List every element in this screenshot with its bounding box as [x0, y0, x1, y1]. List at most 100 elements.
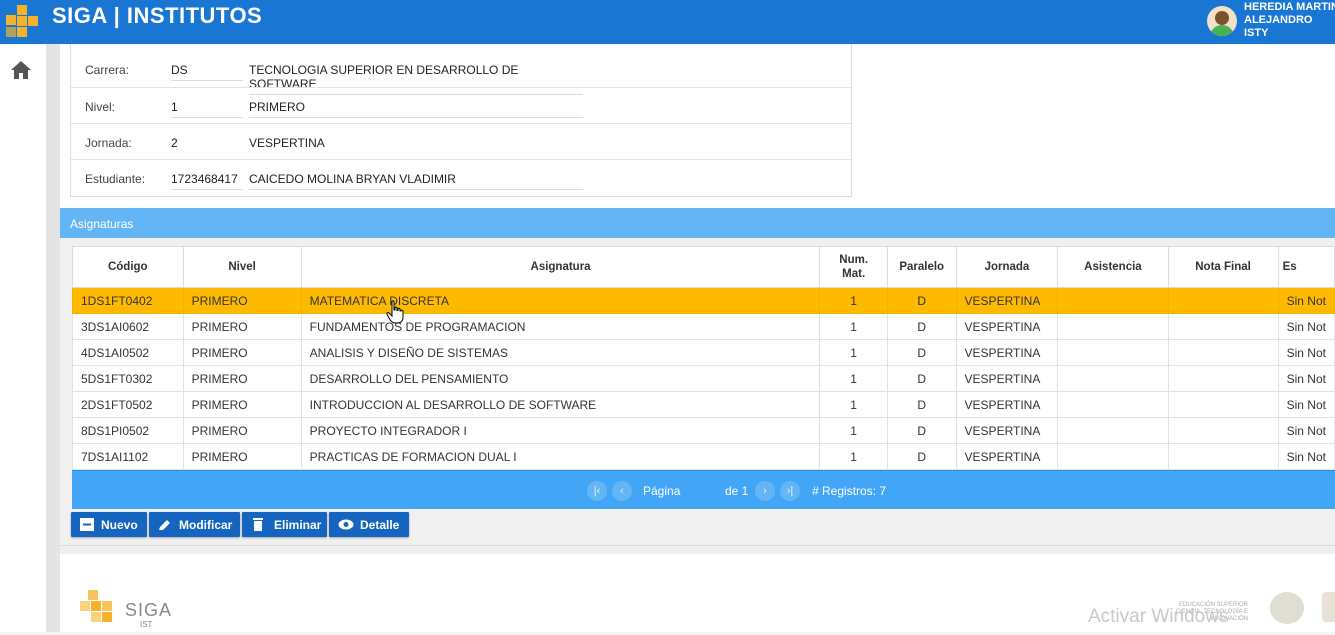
- table-row[interactable]: 2DS1FT0502 PRIMERO INTRODUCCION AL DESARRO…: [72, 391, 1335, 418]
- carrera-label: Carrera:: [85, 63, 130, 77]
- table-row[interactable]: 3DS1AI0602 PRIMERO FUNDAMENTOS DE PROGRAMA…: [72, 313, 1335, 340]
- jornada-code: 2: [171, 136, 178, 150]
- pencil-icon: [159, 520, 170, 530]
- footer-siga-logo: SIGA IST: [80, 590, 171, 630]
- estudiante-desc: CAICEDO MOLINA BRYAN VLADIMIR: [249, 172, 583, 190]
- col-header-nota-final[interactable]: Nota Final: [1167, 246, 1279, 288]
- modificar-label: Modificar: [179, 518, 233, 532]
- col-header-asignatura[interactable]: Asignatura: [300, 246, 821, 288]
- nivel-code: 1: [171, 100, 243, 118]
- col-header-asistencia[interactable]: Asistencia: [1057, 246, 1169, 288]
- table-row[interactable]: 5DS1FT0302 PRIMERO DESARROLLO DEL PENSAMIE…: [72, 365, 1335, 392]
- cell-nivel: PRIMERO: [182, 365, 302, 392]
- page-number-input[interactable]: [692, 482, 722, 500]
- shield-emblem-icon: [1322, 592, 1335, 622]
- table-row[interactable]: 8DS1PI0502 PRIMERO PROYECTO INTEGRADOR I1D…: [72, 417, 1335, 444]
- prev-page-button[interactable]: ‹: [612, 481, 632, 501]
- cell-estado: Sin Not: [1277, 287, 1335, 314]
- cell-paralelo: D: [886, 443, 957, 470]
- cell-asignatura: ANALISIS Y DISEÑO DE SISTEMAS: [300, 339, 821, 366]
- col-header-num-mat[interactable]: Num. Mat.: [819, 246, 888, 288]
- registros-count: # Registros: 7: [812, 484, 887, 498]
- cell-codigo: 4DS1AI0502: [72, 339, 184, 366]
- cell-asignatura: INTRODUCCION AL DESARROLLO DE SOFTWARE: [300, 391, 821, 418]
- jornada-label: Jornada:: [85, 136, 132, 150]
- cell-asignatura: PROYECTO INTEGRADOR I: [300, 417, 821, 444]
- col-header-nivel[interactable]: Nivel: [182, 246, 302, 288]
- info-row-estudiante: Estudiante: 1723468417 CAICEDO MOLINA BR…: [71, 159, 851, 196]
- jornada-desc: VESPERTINA: [249, 136, 325, 150]
- last-page-button[interactable]: ›|: [780, 481, 800, 501]
- detalle-button[interactable]: Detalle: [329, 512, 409, 537]
- cell-jornada: VESPERTINA: [955, 287, 1059, 314]
- asignaturas-table: Código Nivel Asignatura Num. Mat. Paralel…: [72, 246, 1335, 470]
- footer-logo-sub: IST: [140, 620, 153, 629]
- nuevo-label: Nuevo: [101, 518, 138, 532]
- cell-estado: Sin Not: [1277, 313, 1335, 340]
- cell-asistencia: [1057, 443, 1169, 470]
- user-name-line1: HEREDIA MARTIN: [1244, 1, 1335, 13]
- sidebar-divider: [46, 44, 60, 632]
- cell-jornada: VESPERTINA: [955, 339, 1059, 366]
- cell-asignatura: DESARROLLO DEL PENSAMIENTO: [300, 365, 821, 392]
- user-avatar[interactable]: [1207, 6, 1237, 36]
- table-header-row: Código Nivel Asignatura Num. Mat. Paralel…: [72, 246, 1335, 288]
- cell-nivel: PRIMERO: [182, 313, 302, 340]
- cell-codigo: 3DS1AI0602: [72, 313, 184, 340]
- table-row[interactable]: 4DS1AI0502 PRIMERO ANALISIS Y DISEÑO DE SI…: [72, 339, 1335, 366]
- cell-estado: Sin Not: [1277, 417, 1335, 444]
- cell-asistencia: [1057, 391, 1169, 418]
- cell-asistencia: [1057, 313, 1169, 340]
- cell-nota: [1167, 443, 1279, 470]
- cell-nivel: PRIMERO: [182, 287, 302, 314]
- user-name-line2: ALEJANDRO: [1244, 14, 1313, 26]
- section-title: Asignaturas: [70, 217, 134, 231]
- cell-paralelo: D: [886, 313, 957, 340]
- col-header-codigo[interactable]: Código: [72, 246, 184, 288]
- cell-estado: Sin Not: [1277, 391, 1335, 418]
- cell-estado: Sin Not: [1277, 339, 1335, 366]
- cell-codigo: 8DS1PI0502: [72, 417, 184, 444]
- modificar-button[interactable]: Modificar: [149, 512, 240, 537]
- info-row-nivel: Nivel: 1 PRIMERO: [71, 87, 851, 124]
- cell-jornada: VESPERTINA: [955, 313, 1059, 340]
- cell-num: 1: [819, 365, 888, 392]
- cell-nivel: PRIMERO: [182, 391, 302, 418]
- next-page-button[interactable]: ›: [755, 481, 775, 501]
- col-header-estado[interactable]: Es: [1277, 246, 1335, 288]
- windows-activation-watermark: Activar Windows: [1088, 606, 1229, 627]
- estudiante-label: Estudiante:: [85, 172, 146, 186]
- cell-paralelo: D: [886, 417, 957, 444]
- cell-num: 1: [819, 391, 888, 418]
- pagina-label: Página: [643, 484, 681, 498]
- cell-jornada: VESPERTINA: [955, 365, 1059, 392]
- home-icon[interactable]: [10, 60, 32, 80]
- eliminar-button[interactable]: Eliminar: [242, 512, 327, 537]
- user-name[interactable]: HEREDIA MARTIN ALEJANDRO ISTY: [1244, 1, 1335, 40]
- table-row[interactable]: 1DS1FT0402 PRIMERO MATEMATICA DISCRETA 1 D VE…: [72, 287, 1335, 314]
- nuevo-button[interactable]: Nuevo: [71, 512, 147, 537]
- col-header-jornada[interactable]: Jornada: [955, 246, 1059, 288]
- main-content: Carrera: DS TECNOLOGIA SUPERIOR EN DESAR…: [60, 44, 1335, 632]
- top-bar: SIGA | INSTITUTOS HEREDIA MARTIN ALEJAND…: [0, 0, 1335, 44]
- table-row[interactable]: 7DS1AI1102 PRIMERO PRACTICAS DE FORMACION …: [72, 443, 1335, 470]
- student-info-panel: Carrera: DS TECNOLOGIA SUPERIOR EN DESAR…: [70, 44, 852, 197]
- app-title: SIGA | INSTITUTOS: [52, 3, 263, 28]
- first-page-button[interactable]: |‹: [587, 481, 607, 501]
- cell-estado: Sin Not: [1277, 443, 1335, 470]
- cell-asistencia: [1057, 365, 1169, 392]
- cell-nivel: PRIMERO: [182, 443, 302, 470]
- siga-footer-logo-icon: [80, 590, 112, 622]
- trash-icon: [253, 518, 263, 531]
- asignaturas-header: Asignaturas: [60, 208, 1335, 238]
- carrera-code: DS: [171, 63, 243, 81]
- col-header-paralelo[interactable]: Paralelo: [886, 246, 957, 288]
- cell-paralelo: D: [886, 339, 957, 366]
- cell-num: 1: [819, 339, 888, 366]
- cell-nivel: PRIMERO: [182, 417, 302, 444]
- num-mat-line1: Num.: [839, 254, 869, 266]
- ecuador-emblem-icon: [1270, 592, 1304, 624]
- cell-jornada: VESPERTINA: [955, 417, 1059, 444]
- cell-nota: [1167, 391, 1279, 418]
- user-institution: ISTY: [1244, 27, 1269, 39]
